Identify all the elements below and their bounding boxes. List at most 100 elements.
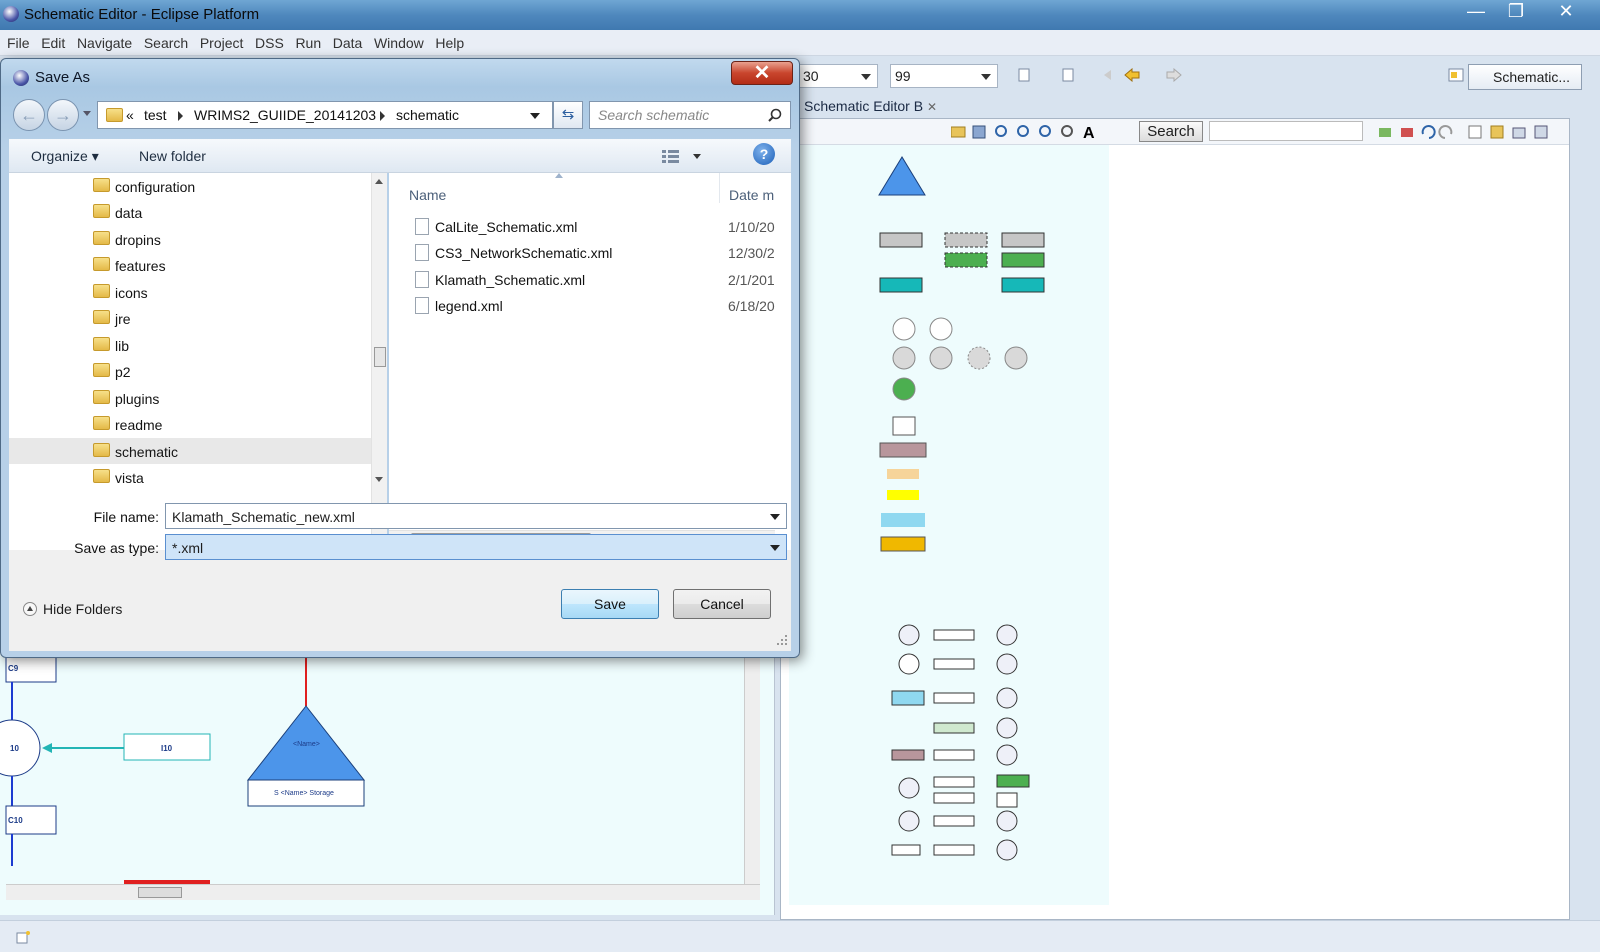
search-input[interactable]: Search schematic <box>589 101 791 129</box>
folder-item-jre[interactable]: jre <box>83 305 369 331</box>
node-i10[interactable]: I10 <box>161 744 173 753</box>
node-10[interactable]: 10 <box>10 744 19 753</box>
perspective-schematic-button[interactable]: Schematic... <box>1468 64 1582 90</box>
chevron-right-icon[interactable] <box>380 111 385 121</box>
chevron-down-icon <box>861 74 871 80</box>
chevron-down-icon <box>981 74 991 80</box>
menu-run[interactable]: Run <box>288 30 321 51</box>
chevron-down-icon[interactable] <box>693 154 701 159</box>
node-c9[interactable]: C9 <box>8 664 19 673</box>
breadcrumb-schematic[interactable]: schematic <box>396 107 459 123</box>
save-type-select[interactable]: *.xml <box>165 534 787 560</box>
folder-icon <box>93 337 110 351</box>
back-button[interactable]: ← <box>13 99 45 131</box>
refresh-button[interactable]: ⇆ <box>553 101 583 129</box>
menu-data[interactable]: Data <box>326 30 363 51</box>
next-annotation-icon[interactable] <box>1016 68 1032 82</box>
xml-file-icon <box>415 297 429 314</box>
breadcrumb-test[interactable]: test <box>144 107 167 123</box>
folder-item-dropins[interactable]: dropins <box>83 226 369 252</box>
menu-project[interactable]: Project <box>193 30 244 51</box>
column-divider[interactable] <box>719 173 720 203</box>
folder-item-p2[interactable]: p2 <box>83 358 369 384</box>
chevron-down-icon[interactable] <box>530 113 540 119</box>
file-name-label: File name: <box>93 509 159 525</box>
back-icon[interactable] <box>1124 68 1140 82</box>
recent-pages-icon[interactable] <box>83 111 91 116</box>
scroll-thumb[interactable] <box>374 347 386 367</box>
column-header-date[interactable]: Date m <box>729 187 774 203</box>
chevron-down-icon[interactable] <box>770 514 780 520</box>
main-schematic-canvas[interactable]: C9 10 I10 <Name> S <Name> Storage C10 <box>0 640 775 915</box>
file-name-field[interactable]: Klamath_Schematic_new.xml <box>165 503 787 529</box>
file-row[interactable]: Klamath_Schematic.xml 2/1/201 <box>405 266 785 292</box>
editor-tool-icons[interactable]: A <box>951 124 1111 140</box>
folder-item-schematic[interactable]: schematic <box>9 438 371 464</box>
folder-item-icons[interactable]: icons <box>83 279 369 305</box>
column-header-name[interactable]: Name <box>409 187 446 203</box>
open-perspective-icon[interactable] <box>1448 68 1464 82</box>
menu-file[interactable]: File <box>0 30 30 51</box>
folder-item-vista[interactable]: vista <box>83 464 369 490</box>
editor-search-button[interactable]: Search <box>1139 121 1203 142</box>
forward-button[interactable]: → <box>47 99 79 131</box>
organize-button[interactable]: Organize ▾ <box>31 148 99 165</box>
hide-folders-button[interactable]: Hide Folders <box>23 601 122 617</box>
last-edit-icon[interactable] <box>1102 68 1118 82</box>
breadcrumb-wrims[interactable]: WRIMS2_GUIIDE_20141203 <box>194 107 376 123</box>
chevron-right-icon[interactable] <box>178 111 183 121</box>
file-row[interactable]: CalLite_Schematic.xml 1/10/20 <box>405 213 785 239</box>
folder-item-plugins[interactable]: plugins <box>83 385 369 411</box>
close-icon[interactable]: ✕ <box>927 100 937 114</box>
view-options-icon[interactable] <box>661 148 681 164</box>
tab-schematic-editor[interactable]: Schematic Editor B ✕ <box>800 94 962 118</box>
menu-window[interactable]: Window <box>367 30 424 51</box>
save-button[interactable]: Save <box>561 589 659 619</box>
tree-scrollbar[interactable] <box>371 173 387 550</box>
window-titlebar: Schematic Editor - Eclipse Platform — ❐ … <box>0 0 1600 30</box>
folder-item-data[interactable]: data <box>83 199 369 225</box>
eclipse-icon <box>13 70 29 86</box>
breadcrumb-overflow[interactable]: « <box>126 107 134 123</box>
legend-canvas[interactable] <box>789 145 1109 905</box>
minimize-button[interactable]: — <box>1456 0 1496 22</box>
svg-text:A: A <box>1083 125 1095 140</box>
cancel-button[interactable]: Cancel <box>673 589 771 619</box>
file-row[interactable]: CS3_NetworkSchematic.xml 12/30/2 <box>405 239 785 265</box>
editor-search-input[interactable] <box>1209 121 1363 141</box>
menu-edit[interactable]: Edit <box>34 30 65 51</box>
folder-icon <box>93 469 110 483</box>
folder-item-configuration[interactable]: configuration <box>83 173 369 199</box>
combo-99[interactable]: 99 <box>890 64 998 88</box>
dialog-close-button[interactable]: ✕ <box>731 61 793 85</box>
forward-icon[interactable] <box>1166 68 1182 82</box>
help-icon[interactable]: ? <box>753 143 775 165</box>
folder-item-readme[interactable]: readme <box>83 411 369 437</box>
chevron-down-icon[interactable] <box>770 545 780 551</box>
combo-30[interactable]: 30 <box>798 64 878 88</box>
canvas-vertical-scrollbar[interactable] <box>744 640 760 884</box>
prev-annotation-icon[interactable] <box>1060 68 1076 82</box>
save-as-dialog: Save As ✕ ← → « test WRIMS2_GUIIDE_20141… <box>0 58 800 658</box>
menu-dss[interactable]: DSS <box>248 30 284 51</box>
menu-help[interactable]: Help <box>428 30 464 51</box>
scroll-up-icon[interactable] <box>375 179 383 184</box>
folder-tree: configuration data dropins features icon… <box>9 173 387 550</box>
file-row[interactable]: legend.xml 6/18/20 <box>405 292 785 318</box>
canvas-horizontal-scrollbar[interactable] <box>6 884 760 900</box>
menu-navigate[interactable]: Navigate <box>70 30 132 51</box>
scroll-thumb[interactable] <box>138 887 182 898</box>
dialog-title: Save As <box>35 69 91 86</box>
new-folder-button[interactable]: New folder <box>139 148 206 164</box>
scroll-down-icon[interactable] <box>375 477 383 482</box>
fast-view-icon[interactable] <box>16 930 32 944</box>
folder-item-lib[interactable]: lib <box>83 332 369 358</box>
address-bar[interactable]: « test WRIMS2_GUIIDE_20141203 schematic <box>97 101 553 129</box>
resize-grip-icon[interactable] <box>777 635 789 647</box>
close-window-button[interactable]: ✕ <box>1546 0 1586 22</box>
folder-item-features[interactable]: features <box>83 252 369 278</box>
restore-button[interactable]: ❐ <box>1496 0 1536 22</box>
editor-edit-icons[interactable] <box>1379 124 1559 140</box>
node-c10[interactable]: C10 <box>8 816 23 825</box>
menu-search[interactable]: Search <box>137 30 188 51</box>
